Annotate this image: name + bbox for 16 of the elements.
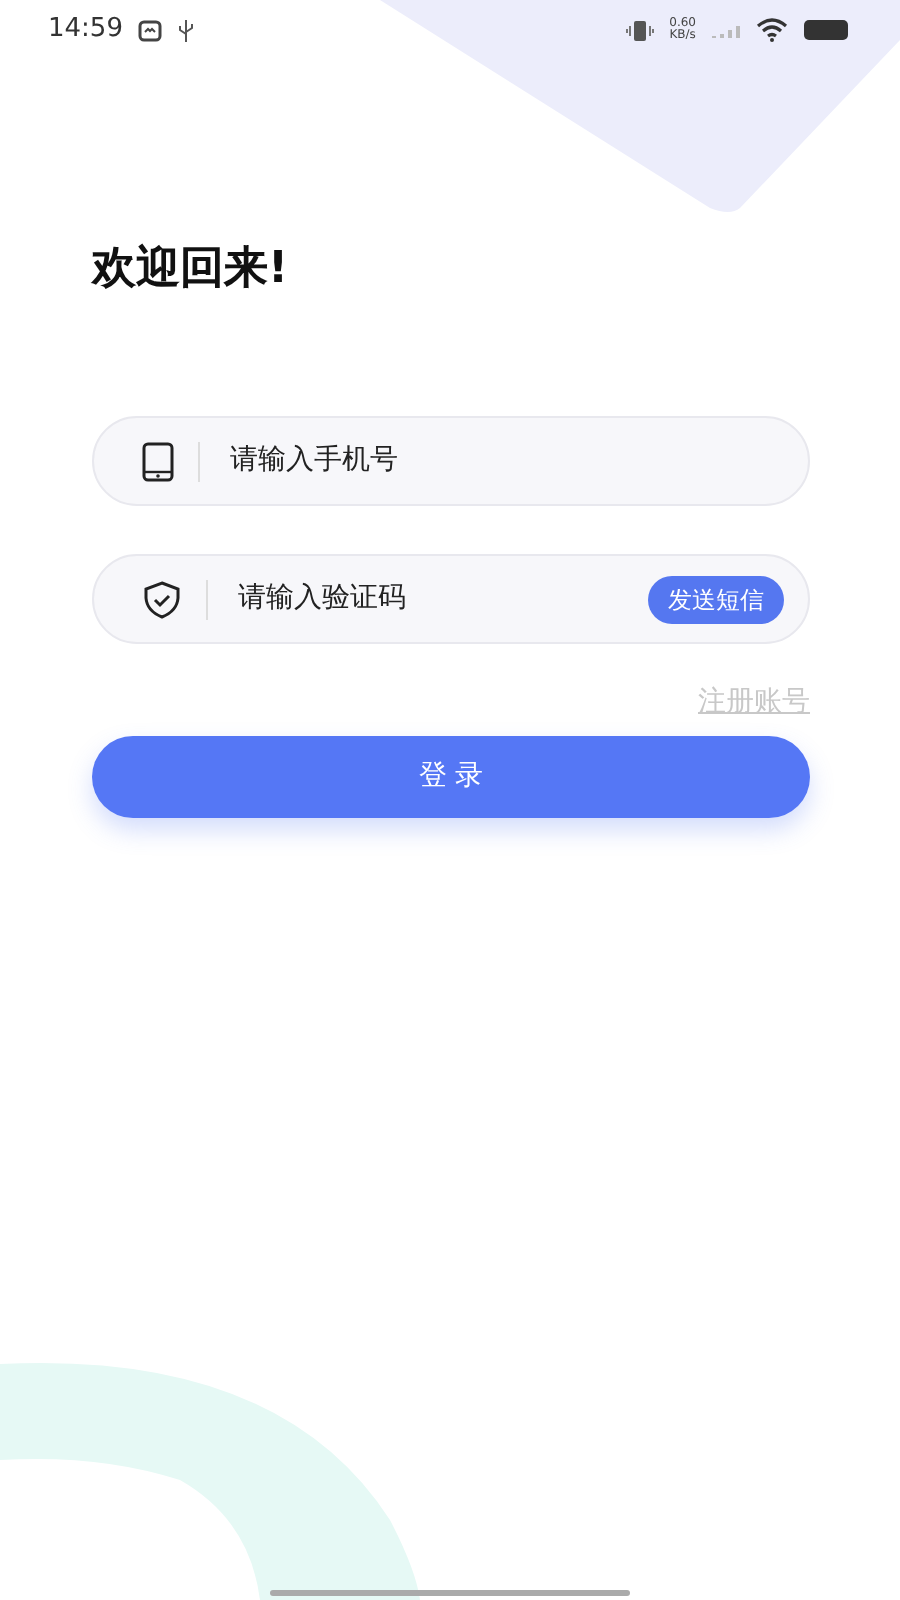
signal-icon <box>712 22 740 38</box>
text-input[interactable]: 请输入手机号 <box>226 438 784 485</box>
usb-icon <box>178 19 195 41</box>
send-sms-button[interactable]: 发送短信 <box>648 575 784 624</box>
phone-icon <box>142 441 174 482</box>
input-field[interactable]: 请输入验证码 发送短信 <box>92 554 810 645</box>
wifi-icon <box>756 18 788 42</box>
login-button[interactable]: 登 录 <box>92 736 810 819</box>
clock: 14:59 <box>48 12 123 49</box>
input-field[interactable]: 请输入手机号 <box>92 416 810 507</box>
text-input[interactable]: 请输入验证码 <box>234 576 648 623</box>
screen-icon <box>138 19 163 41</box>
vibrate-icon <box>625 19 654 41</box>
shield-check-icon <box>142 579 182 620</box>
welcome-title: 欢迎回来! <box>92 244 291 297</box>
battery-icon <box>804 20 848 40</box>
